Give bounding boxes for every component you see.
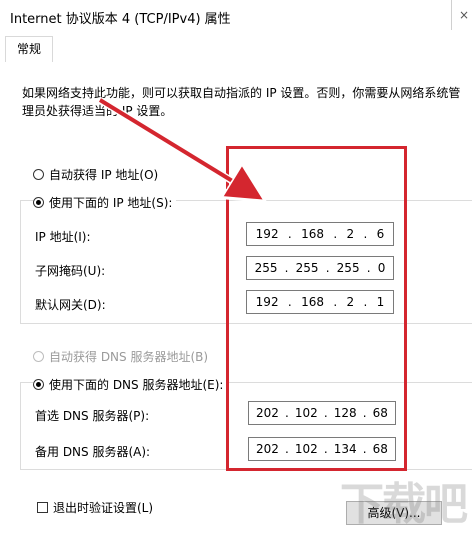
auto-ip-radio[interactable] (33, 169, 44, 180)
window-title: Internet 协议版本 4 (TCP/IPv4) 属性 (10, 12, 231, 27)
watermark-logo: 下载吧 (340, 479, 468, 530)
auto-dns-option: 自动获得 DNS 服务器地址(B) (33, 348, 208, 365)
auto-ip-option[interactable]: 自动获得 IP 地址(O) (33, 166, 158, 183)
subnet-mask-label: 子网掩码(U): (35, 264, 106, 278)
preferred-dns-label: 首选 DNS 服务器(P): (35, 409, 150, 423)
tab-general[interactable]: 常规 (5, 36, 53, 63)
tab-strip: 常规 (0, 36, 472, 63)
description-text: 如果网络支持此功能，则可以获取自动指派的 IP 设置。否则，你需要从网络系统管理… (22, 86, 461, 118)
manual-dns-label: 使用下面的 DNS 服务器地址(E): (49, 378, 224, 392)
gateway-label: 默认网关(D): (35, 298, 106, 312)
manual-ip-radio[interactable] (33, 197, 44, 208)
auto-dns-label: 自动获得 DNS 服务器地址(B) (49, 350, 209, 364)
alternate-dns-label: 备用 DNS 服务器(A): (35, 445, 151, 459)
validate-label: 退出时验证设置(L) (53, 501, 154, 515)
ip-address-label: IP 地址(I): (35, 230, 91, 244)
manual-dns-radio[interactable] (33, 379, 44, 390)
manual-dns-option[interactable]: 使用下面的 DNS 服务器地址(E): (33, 376, 228, 393)
manual-ip-label: 使用下面的 IP 地址(S): (49, 196, 173, 210)
validate-checkbox[interactable] (37, 502, 48, 513)
manual-ip-option[interactable]: 使用下面的 IP 地址(S): (33, 194, 177, 211)
auto-dns-radio (33, 351, 44, 362)
title-bar: Internet 协议版本 4 (TCP/IPv4) 属性 × (0, 0, 472, 32)
close-icon[interactable]: × (451, 0, 472, 30)
validate-option[interactable]: 退出时验证设置(L) (37, 499, 153, 516)
auto-ip-label: 自动获得 IP 地址(O) (49, 168, 159, 182)
highlight-box (226, 146, 407, 471)
